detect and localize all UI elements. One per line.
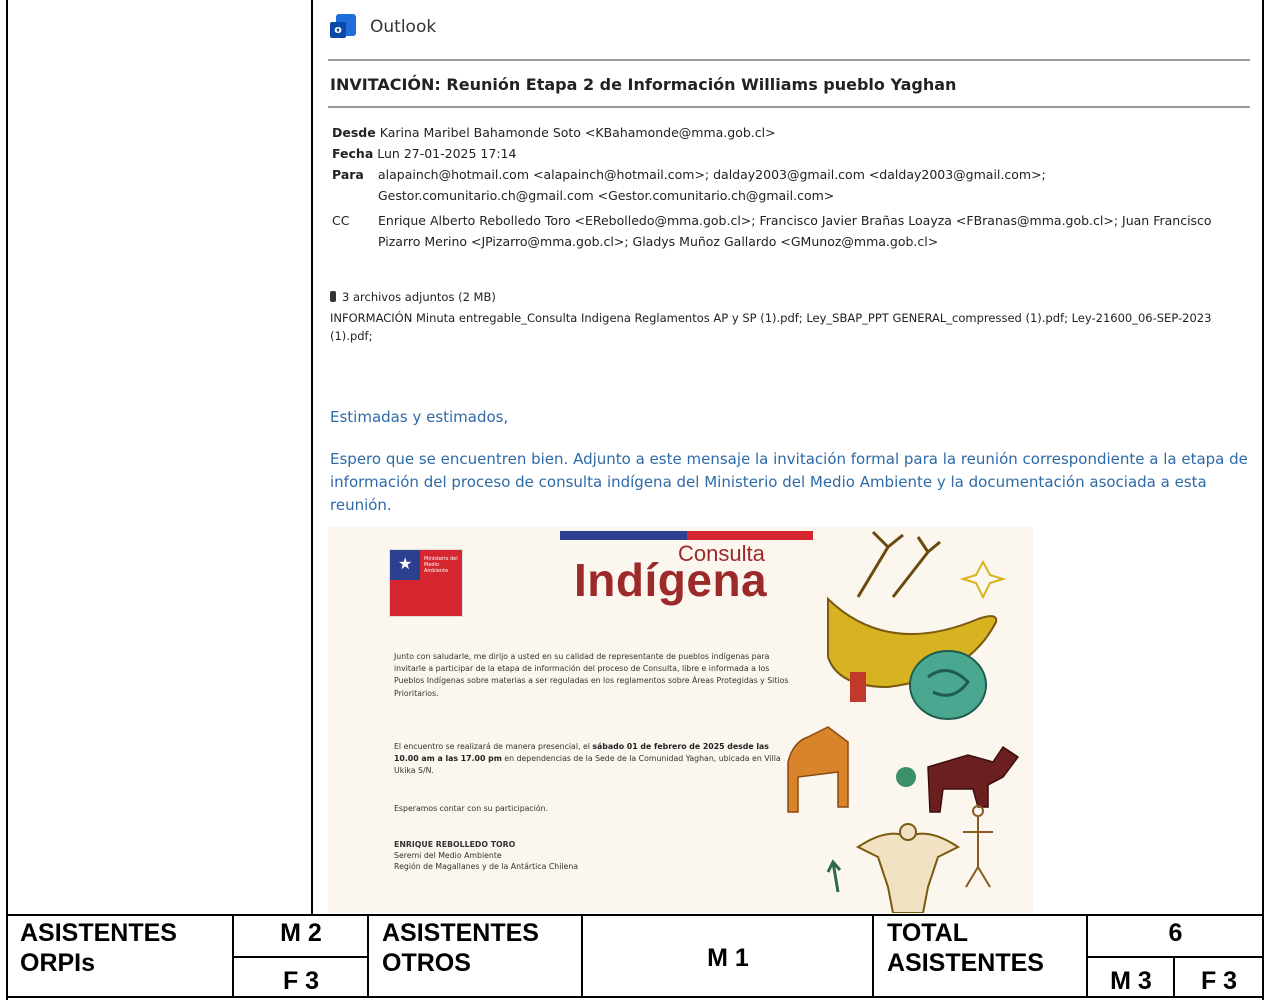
total-value: 6 — [1168, 919, 1183, 947]
frame-left-line — [6, 0, 8, 1000]
table-bottom-line — [6, 996, 1264, 998]
total-split-line — [1086, 956, 1264, 958]
from-row: Desde Karina Maribel Bahamonde Soto <KBa… — [332, 122, 1232, 143]
outlook-icon: o — [330, 14, 356, 40]
email-screenshot: o Outlook INVITACIÓN: Reunión Etapa 2 de… — [314, 0, 1258, 915]
orpi-label: ASISTENTES ORPIs — [20, 918, 177, 978]
date-value: Lun 27-01-2025 17:14 — [377, 146, 517, 161]
outlook-app-name: Outlook — [370, 17, 437, 37]
to-label: Para — [332, 167, 364, 182]
paperclip-icon — [330, 291, 336, 302]
otros-male: M 1 — [707, 944, 749, 972]
rock-art-illustration — [787, 530, 1020, 913]
attachments-list[interactable]: INFORMACIÓN Minuta entregable_Consulta I… — [330, 309, 1230, 345]
star-shape — [959, 559, 1007, 600]
orpi-female: F 3 — [282, 967, 320, 995]
red-figure-shape — [850, 672, 866, 702]
outlook-header: o Outlook — [330, 14, 436, 40]
subject-divider — [328, 106, 1250, 108]
total-female: F 3 — [1200, 967, 1238, 995]
total-label-line-2: ASISTENTES — [887, 949, 1044, 977]
llama-shape — [787, 726, 849, 813]
date-label: Fecha — [332, 146, 374, 161]
orpi-label-line-2: ORPIs — [20, 949, 96, 977]
cc-row: CC Enrique Alberto Rebolledo Toro <ERebol… — [332, 210, 1232, 252]
from-label: Desde — [332, 125, 376, 140]
cc-value[interactable]: Enrique Alberto Rebolledo Toro <ERebolle… — [378, 210, 1232, 252]
stick-figure-shape — [963, 817, 993, 888]
cc-label: CC — [332, 213, 350, 228]
attachments: 3 archivos adjuntos (2 MB) INFORMACIÓN M… — [330, 288, 1230, 345]
invitation-poster: ★ Ministerio del Medio Ambiente Consulta… — [328, 527, 1033, 913]
total-male: M 3 — [1110, 967, 1152, 995]
email-greeting: Estimadas y estimados, — [330, 408, 509, 426]
green-disc-shape — [896, 767, 916, 787]
frame-mid-line — [311, 0, 313, 915]
to-row: Para alapainch@hotmail.com <alapainch@hot… — [332, 164, 1232, 206]
header-divider — [328, 59, 1250, 61]
attachments-summary-text: 3 archivos adjuntos (2 MB) — [342, 290, 496, 304]
attachments-summary[interactable]: 3 archivos adjuntos (2 MB) — [330, 288, 1230, 306]
to-value[interactable]: alapainch@hotmail.com <alapainch@hotmail… — [378, 164, 1232, 206]
arrow-shape — [826, 859, 842, 893]
guanaco-shape — [927, 745, 1020, 813]
green-swirl-shape — [909, 650, 987, 720]
orpi-label-line-1: ASISTENTES — [20, 919, 177, 947]
winged-figure-shape — [856, 832, 960, 913]
email-subject: INVITACIÓN: Reunión Etapa 2 de Informaci… — [330, 75, 957, 94]
otros-label-line-1: ASISTENTES — [382, 919, 539, 947]
orpi-split-line — [232, 956, 368, 958]
frame-right-line — [1262, 0, 1264, 1000]
table-top-line — [6, 914, 1264, 916]
email-meta: Desde Karina Maribel Bahamonde Soto <KBa… — [332, 122, 1232, 252]
otros-label-line-2: OTROS — [382, 949, 471, 977]
otros-label: ASISTENTES OTROS — [382, 918, 539, 978]
email-body: Espero que se encuentren bien. Adjunto a… — [330, 450, 1248, 514]
total-label-line-1: TOTAL — [887, 919, 969, 947]
date-row: Fecha Lun 27-01-2025 17:14 — [332, 143, 1232, 164]
total-label: TOTAL ASISTENTES — [887, 918, 1044, 978]
antler-shape — [856, 530, 941, 598]
from-value[interactable]: Karina Maribel Bahamonde Soto <KBahamond… — [380, 122, 1232, 143]
orpi-male: M 2 — [280, 919, 322, 947]
